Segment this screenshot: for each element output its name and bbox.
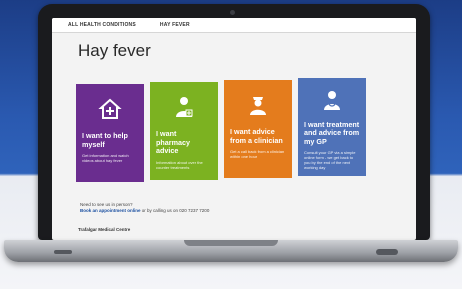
card-title: I want pharmacy advice (156, 129, 190, 155)
doctor-icon (304, 84, 360, 117)
card-title: I want treatment and advice from my GP (304, 119, 360, 146)
practice-name: Trafalgar Medical Centre (78, 227, 131, 232)
laptop-lid: ALL HEALTH CONDITIONS HAY FEVER Hay feve… (38, 4, 430, 240)
card-title: I want advice from a clinician (230, 127, 283, 145)
card-help-myself[interactable]: I want to help myself Get information an… (76, 84, 144, 182)
card-desc: Consult your GP via a simple online form… (304, 150, 356, 170)
page-title: Hay fever (78, 41, 151, 60)
laptop-hinge (184, 240, 278, 246)
breadcrumb-all-conditions[interactable]: ALL HEALTH CONDITIONS (68, 22, 136, 28)
option-cards: I want to help myself Get information an… (76, 78, 366, 182)
nurse-icon (230, 86, 286, 124)
laptop-base (4, 240, 458, 262)
card-desc: Get a call back from a clinician within … (230, 149, 285, 159)
appointment-note: Need to see us in person? Book an appoin… (80, 202, 209, 214)
port-left (54, 250, 72, 254)
breadcrumb-hay-fever[interactable]: HAY FEVER (160, 22, 190, 28)
card-clinician-advice[interactable]: I want advice from a clinician Get a cal… (224, 80, 292, 178)
breadcrumb: ALL HEALTH CONDITIONS HAY FEVER (52, 18, 416, 33)
house-plus-icon (82, 90, 138, 128)
card-pharmacy-advice[interactable]: I want pharmacy advice Information about… (150, 82, 218, 180)
card-gp-treatment[interactable]: I want treatment and advice from my GP C… (298, 78, 366, 176)
port-right (376, 249, 398, 255)
laptop-screen: ALL HEALTH CONDITIONS HAY FEVER Hay feve… (52, 18, 416, 240)
pharmacist-icon (156, 88, 212, 126)
card-desc: Get information and watch videos about h… (82, 153, 129, 163)
camera-dot (230, 10, 235, 15)
card-title: I want to help myself (82, 131, 128, 149)
phone-text: or by calling us on 020 7237 7200 (141, 208, 210, 213)
card-desc: Information about over the counter treat… (156, 159, 203, 170)
book-appointment-link[interactable]: Book an appointment online (80, 208, 141, 213)
